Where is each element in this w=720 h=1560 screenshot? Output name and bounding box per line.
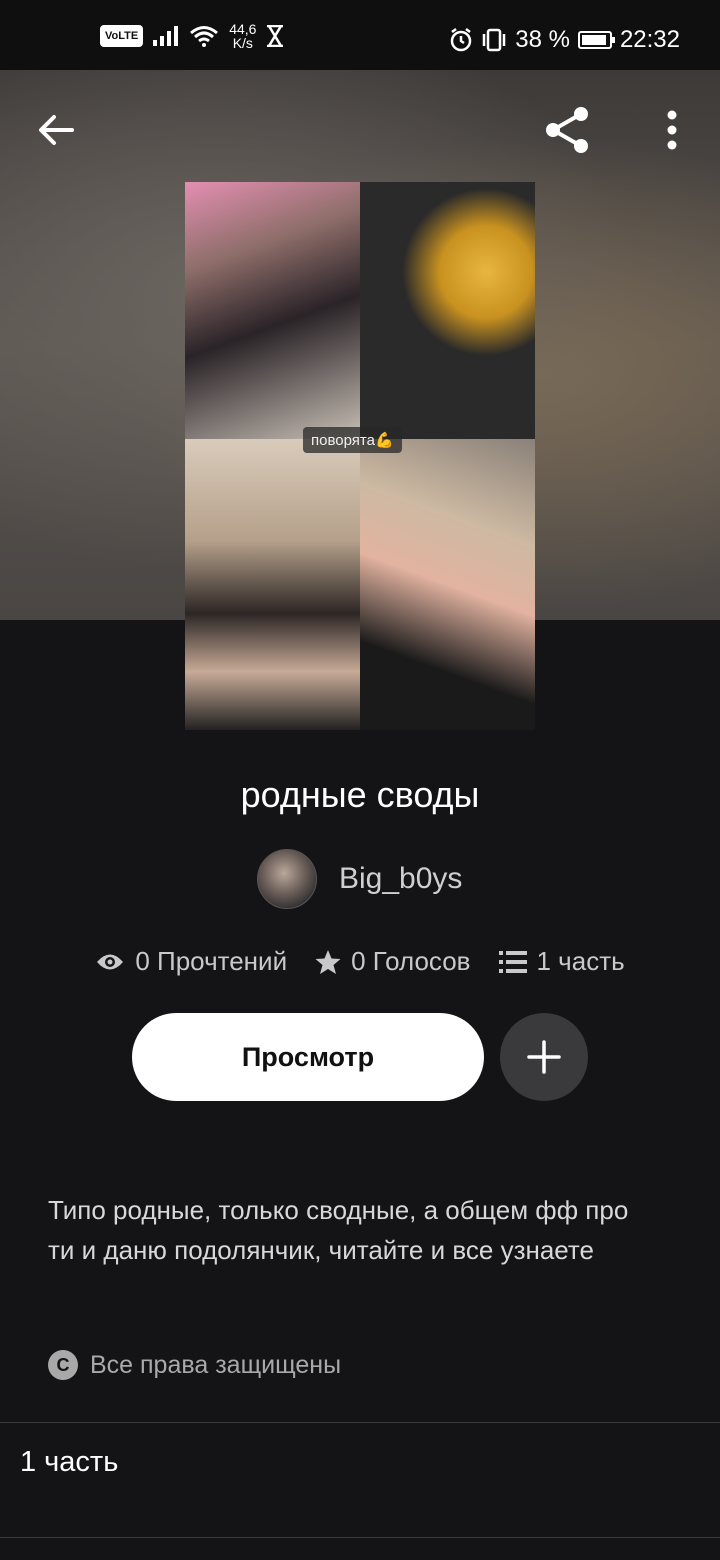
votes-count: 0 Голосов xyxy=(351,946,471,976)
clock: 22:32 xyxy=(619,26,680,53)
more-vertical-icon xyxy=(667,110,677,150)
votes-stat: 0 Голосов xyxy=(315,946,471,977)
alarm-icon xyxy=(450,28,472,52)
signal-icon xyxy=(153,26,179,46)
star-icon xyxy=(315,949,341,974)
arrow-left-icon xyxy=(39,115,74,145)
cover-photo-3 xyxy=(185,439,360,730)
author-avatar xyxy=(257,849,317,909)
copyright-text: Все права защищены xyxy=(90,1350,342,1379)
author-name: Big_b0ys xyxy=(339,862,463,895)
status-bar: VoLTE 44,6 K/s 38 % 22:32 xyxy=(0,0,720,70)
share-icon xyxy=(546,107,588,153)
network-speed: 44,6 K/s xyxy=(229,22,256,50)
battery-percent: 38 % xyxy=(515,26,570,53)
story-cover[interactable] xyxy=(185,182,535,730)
read-button[interactable]: Просмотр xyxy=(132,1013,484,1101)
copyright-icon: C xyxy=(48,1350,78,1380)
parts-count: 1 часть xyxy=(536,946,625,976)
list-icon xyxy=(498,950,527,973)
parts-stat: 1 часть xyxy=(498,946,625,977)
status-bar-left: VoLTE 44,6 K/s xyxy=(100,22,284,50)
battery-fill xyxy=(581,35,606,45)
more-options-button[interactable] xyxy=(642,100,702,160)
part-title: 1 часть xyxy=(20,1446,119,1478)
eye-icon xyxy=(97,954,124,969)
add-to-library-button[interactable] xyxy=(500,1013,588,1101)
divider-bottom xyxy=(0,1537,720,1538)
back-button[interactable] xyxy=(26,100,86,160)
table-of-contents-item[interactable] xyxy=(0,1423,720,1537)
copyright-info: C Все права защищены xyxy=(48,1350,341,1380)
status-bar-right: 38 % 22:32 xyxy=(449,26,680,54)
volte-icon: VoLTE xyxy=(100,25,144,47)
story-stats: 0 Прочтений 0 Голосов 1 часть xyxy=(0,946,720,977)
reads-stat: 0 Прочтений xyxy=(95,946,287,977)
author-link[interactable]: Big_b0ys xyxy=(257,849,462,909)
story-title: родные своды xyxy=(240,774,480,815)
share-button[interactable] xyxy=(538,100,598,160)
story-description: Типо родные, только сводные, а общем фф … xyxy=(48,1195,629,1265)
reads-count: 0 Прочтений xyxy=(135,946,288,976)
network-speed-value: 44,6 xyxy=(229,21,257,37)
cover-photo-4 xyxy=(360,439,535,730)
cover-photo-2 xyxy=(360,182,535,439)
wifi-icon xyxy=(190,26,219,47)
network-speed-unit: K/s xyxy=(232,35,253,51)
battery-icon xyxy=(577,31,615,49)
cover-photo-1 xyxy=(185,182,360,439)
cover-caption: поворята💪 xyxy=(303,427,402,453)
plus-icon xyxy=(527,1040,561,1074)
vibrate-icon xyxy=(482,28,506,52)
hourglass-icon xyxy=(267,25,284,47)
